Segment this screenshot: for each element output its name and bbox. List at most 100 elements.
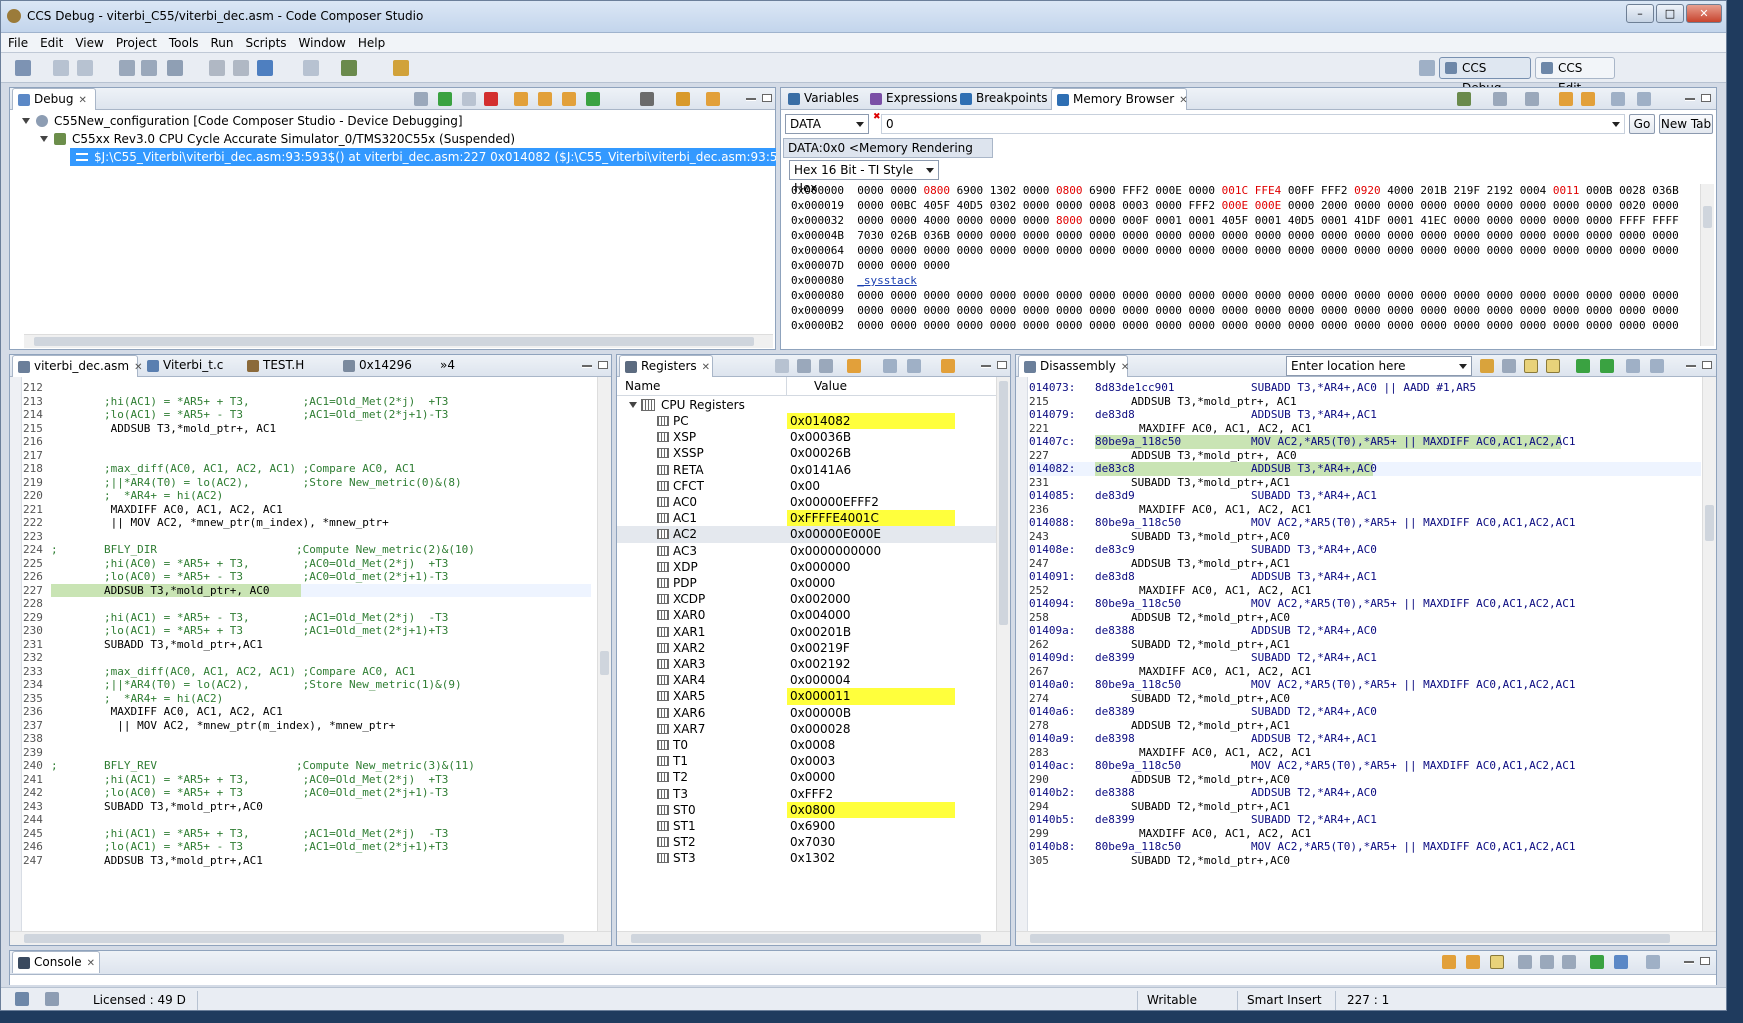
source-line[interactable]: 220 ; *AR4+ = hi(AC2)	[23, 489, 591, 503]
register-row-xsp[interactable]: XSP 0x00036B	[617, 429, 997, 445]
source-line[interactable]: 232	[23, 651, 591, 665]
memory-word[interactable]: 0000	[1453, 229, 1480, 242]
disassembly-row[interactable]: 0140a9: de8398 ADDSUB T2,*AR4+,AC1	[1029, 732, 1701, 746]
group-cpu-registers[interactable]: CPU Registers	[617, 397, 997, 413]
memory-vscrollbar[interactable]	[1700, 184, 1714, 346]
source-line[interactable]: 235 ; *AR4+ = hi(AC2)	[23, 692, 591, 706]
memory-row[interactable]: 0x000032 0000 0000 4000 0000 0000 0000 8…	[791, 214, 1685, 228]
register-value[interactable]: 0x00000EFFF2	[787, 494, 955, 510]
suspend-icon[interactable]	[462, 92, 476, 106]
new-icon[interactable]	[15, 60, 31, 76]
show-source-icon[interactable]	[1524, 359, 1538, 373]
register-value[interactable]: 0x0000	[787, 769, 955, 785]
expand-icon[interactable]	[629, 402, 637, 408]
memory-word[interactable]: 0000	[1520, 319, 1547, 332]
register-value[interactable]: 0x0000000000	[787, 543, 955, 559]
register-value[interactable]: 0x000011	[787, 688, 955, 705]
memory-word[interactable]: 0000	[1222, 319, 1249, 332]
memory-word[interactable]: 0000	[1586, 199, 1613, 212]
register-row-pdp[interactable]: PDP 0x0000	[617, 575, 997, 591]
register-value[interactable]: 0x00000B	[787, 705, 955, 721]
memory-word[interactable]: 0000	[1453, 304, 1480, 317]
pin-icon[interactable]	[907, 359, 921, 373]
memory-word[interactable]: 0000	[1520, 229, 1547, 242]
register-row-xar4[interactable]: XAR4 0x000004	[617, 672, 997, 688]
source-line[interactable]: 227 ADDSUB T3,*mold_ptr+, AC0	[1029, 449, 1701, 463]
source-line[interactable]: 240 ; BFLY_REV ;Compute New_metric(3)&(11…	[23, 759, 591, 773]
new-view-icon[interactable]	[1611, 92, 1625, 106]
memory-word[interactable]: 0000	[1586, 304, 1613, 317]
memory-word[interactable]: 0000	[923, 259, 950, 272]
memory-word[interactable]: 40D5	[1288, 214, 1315, 227]
memory-word[interactable]: 0000	[1089, 304, 1116, 317]
source-line[interactable]: 243 SUBADD T3,*mold_ptr+,AC0	[1029, 530, 1701, 544]
memory-word[interactable]: 0000	[923, 244, 950, 257]
register-row-reta[interactable]: RETA 0x0141A6	[617, 462, 997, 478]
register-row-xar6[interactable]: XAR6 0x00000B	[617, 705, 997, 721]
memory-word[interactable]: 0000	[957, 244, 984, 257]
minimize-button[interactable]: –	[1626, 4, 1654, 23]
memory-word[interactable]: 0000	[1255, 244, 1282, 257]
disassembly-row[interactable]: 01409d: de8399 SUBADD T2,*AR4+,AC1	[1029, 651, 1701, 665]
memory-word[interactable]: 0000	[1288, 244, 1315, 257]
memory-word[interactable]: 0000	[990, 319, 1017, 332]
column-value[interactable]: Value	[814, 377, 847, 395]
source-line[interactable]: 221 MAXDIFF AC0, AC1, AC2, AC1	[1029, 422, 1701, 436]
registers-vscrollbar[interactable]	[996, 377, 1010, 931]
tab-viterbi-dec-asm[interactable]: viterbi_dec.asm ✕	[12, 355, 143, 377]
memory-word[interactable]: 8000	[1056, 214, 1083, 227]
memory-word[interactable]: 0011	[1553, 184, 1580, 197]
memory-word[interactable]: 0000	[1387, 244, 1414, 257]
memory-word[interactable]: 0000	[1354, 319, 1381, 332]
memory-word[interactable]: 0000	[1619, 229, 1646, 242]
memory-word[interactable]: 0000	[1023, 304, 1050, 317]
memory-word[interactable]: 001C	[1222, 184, 1249, 197]
register-row-xar1[interactable]: XAR1 0x00201B	[617, 624, 997, 640]
memory-word[interactable]: 0000	[1619, 304, 1646, 317]
memory-word[interactable]: 0000	[1222, 229, 1249, 242]
memory-word[interactable]: 0000	[1255, 319, 1282, 332]
memory-word[interactable]: 0000	[923, 319, 950, 332]
pin-icon[interactable]	[1637, 92, 1651, 106]
tab-viterbi-t-c[interactable]: Viterbi_t.c	[142, 355, 238, 377]
memory-word[interactable]: 0000	[1122, 319, 1149, 332]
memory-word[interactable]: 4000	[923, 214, 950, 227]
memory-word[interactable]: 000E	[1222, 199, 1249, 212]
memory-word[interactable]: 0800	[1056, 184, 1083, 197]
disassembly-row[interactable]: 014091: de83d8 ADDSUB T3,*AR4+,AC1	[1029, 570, 1701, 584]
memory-row[interactable]: 0x000000 0000 0000 0800 6900 1302 0000 0…	[791, 184, 1685, 198]
memory-word[interactable]: 00BC	[890, 199, 917, 212]
memory-word[interactable]: 0000	[1023, 184, 1050, 197]
memory-word[interactable]: 000F	[1122, 214, 1149, 227]
register-value[interactable]: 0x00036B	[787, 429, 955, 445]
memory-word[interactable]: 0000	[1453, 289, 1480, 302]
memory-word[interactable]: 2000	[1321, 199, 1348, 212]
memory-word[interactable]: 026B	[890, 229, 917, 242]
memory-word[interactable]: 0000	[1586, 229, 1613, 242]
register-value[interactable]: 0x0000	[787, 575, 955, 591]
source-line[interactable]: 233 ;max_diff(AC0, AC1, AC2, AC1) ;Compa…	[23, 665, 591, 679]
perspective-ccs-edit[interactable]: CCS Edit	[1535, 57, 1615, 95]
location-input[interactable]: Enter location here	[1286, 356, 1472, 376]
memory-word[interactable]: 0004	[1520, 184, 1547, 197]
disassembly-row[interactable]: 014082: de83c8 ADDSUB T3,*AR4+,AC0	[1029, 462, 1701, 476]
memory-word[interactable]: 0000	[890, 184, 917, 197]
register-row-st3[interactable]: ST3 0x1302	[617, 850, 997, 866]
register-value[interactable]: 0x000028	[787, 721, 955, 737]
memory-word[interactable]: 0000	[1056, 229, 1083, 242]
memory-word[interactable]: 219F	[1453, 184, 1480, 197]
register-row-ac2[interactable]: AC2 0x00000E000E	[617, 526, 997, 543]
source-line[interactable]: 218 ;max_diff(AC0, AC1, AC2, AC1) ;Compa…	[23, 462, 591, 476]
menu-scripts[interactable]: Scripts	[238, 33, 291, 50]
disassembly-row[interactable]: 0140b5: de8399 SUBADD T2,*AR4+,AC1	[1029, 813, 1701, 827]
perspective-ccs-debug[interactable]: CCS Debug	[1439, 57, 1531, 95]
menu-help[interactable]: Help	[351, 33, 390, 50]
source-line[interactable]: 217	[23, 449, 591, 463]
memory-word[interactable]: 0000	[1089, 319, 1116, 332]
restart-icon[interactable]	[676, 92, 690, 106]
memory-word[interactable]: 0000	[1453, 214, 1480, 227]
source-line[interactable]: 226 ;lo(AC0) = *AR5+ - T3 ;AC0=Old_met(2…	[23, 570, 591, 584]
memory-word[interactable]: 0000	[1056, 304, 1083, 317]
memory-word[interactable]: 0000	[1354, 289, 1381, 302]
source-line[interactable]: 243 SUBADD T3,*mold_ptr+,AC0	[23, 800, 591, 814]
